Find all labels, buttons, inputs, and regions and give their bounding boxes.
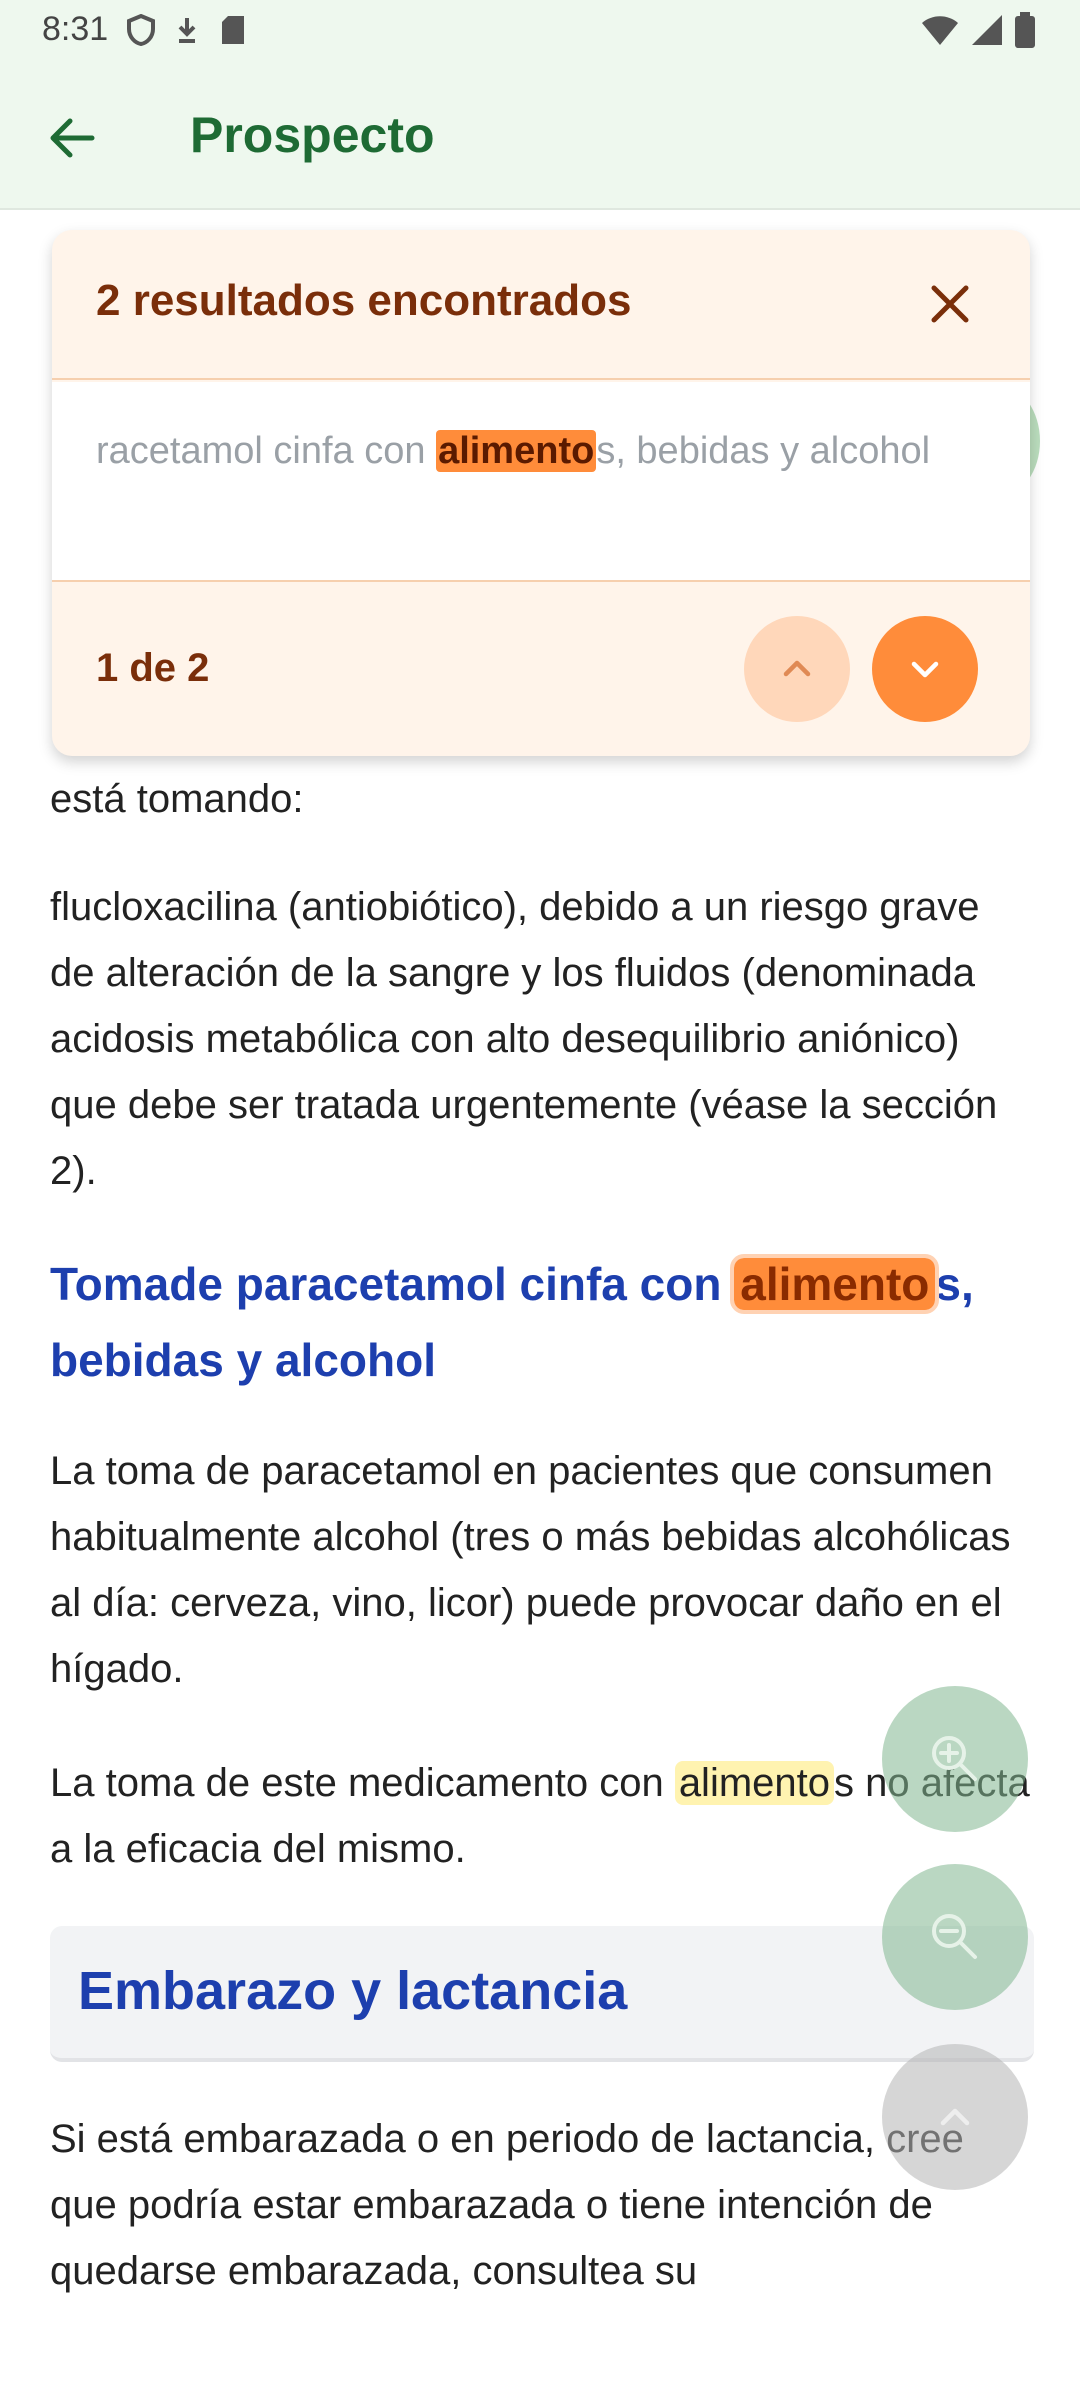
status-bar: 8:31 (0, 0, 1080, 66)
heading-text-before: Tomade paracetamol cinfa con (50, 1258, 735, 1310)
next-result-button[interactable] (872, 616, 978, 722)
search-card-header: 2 resultados encontrados (52, 230, 1030, 380)
paragraph-flucloxacilina: flucloxacilina (antiobiótico), debido a … (50, 885, 998, 1193)
battery-icon (1014, 12, 1036, 53)
signal-icon (970, 13, 1004, 52)
chevron-down-icon (911, 661, 939, 678)
zoom-in-button[interactable] (882, 1686, 1028, 1832)
page-title: Prospecto (190, 107, 435, 163)
section-title: Embarazo y lactancia (78, 1961, 628, 2021)
snippet-after: s, bebidas y alcohol (596, 430, 931, 472)
chevron-up-icon (783, 660, 811, 677)
status-icons-right (920, 12, 1036, 53)
paragraph-embarazo: Si está embarazada o en periodo de lacta… (50, 2117, 964, 2293)
sd-card-icon (218, 14, 248, 46)
zoom-out-icon (932, 1914, 977, 1959)
shield-icon (126, 13, 156, 47)
paragraph-intro: está tomando: (50, 777, 304, 821)
search-highlight-other: alimento (674, 1761, 835, 1805)
paragraph-alcohol: La toma de paracetamol en pacientes que … (50, 1449, 1011, 1691)
search-results-card: 2 resultados encontrados racetamol cinfa… (52, 230, 1030, 756)
search-highlight-current: alimento (730, 1254, 940, 1314)
previous-result-button[interactable] (744, 616, 850, 722)
snippet-before: racetamol cinfa con (96, 430, 437, 472)
scroll-to-top-button[interactable] (882, 2044, 1028, 2190)
paragraph-text-before: La toma de este medicamento con (50, 1761, 675, 1805)
arrow-back-icon[interactable] (42, 108, 102, 168)
chevron-up-icon (940, 2108, 970, 2126)
zoom-out-button[interactable] (882, 1864, 1028, 2010)
search-card-footer: 1 de 2 (52, 584, 1030, 756)
section-heading-alimentos: Tomade paracetamol cinfa con alimento s, … (50, 1246, 1040, 1398)
snippet-match: alimento (436, 430, 597, 472)
status-icons-left (126, 13, 248, 47)
zoom-in-icon (932, 1736, 977, 1781)
snippet-text: racetamol cinfa con alimentos, bebidas y… (96, 422, 996, 480)
wifi-icon (920, 13, 960, 52)
app-bar: Prospecto (0, 66, 1080, 210)
results-count-title: 2 resultados encontrados (96, 276, 632, 325)
result-counter: 1 de 2 (96, 646, 210, 690)
download-icon (172, 14, 202, 46)
search-result-snippet[interactable]: racetamol cinfa con alimentos, bebidas y… (52, 382, 1030, 582)
status-time: 8:31 (42, 10, 109, 48)
close-icon[interactable] (920, 274, 980, 334)
